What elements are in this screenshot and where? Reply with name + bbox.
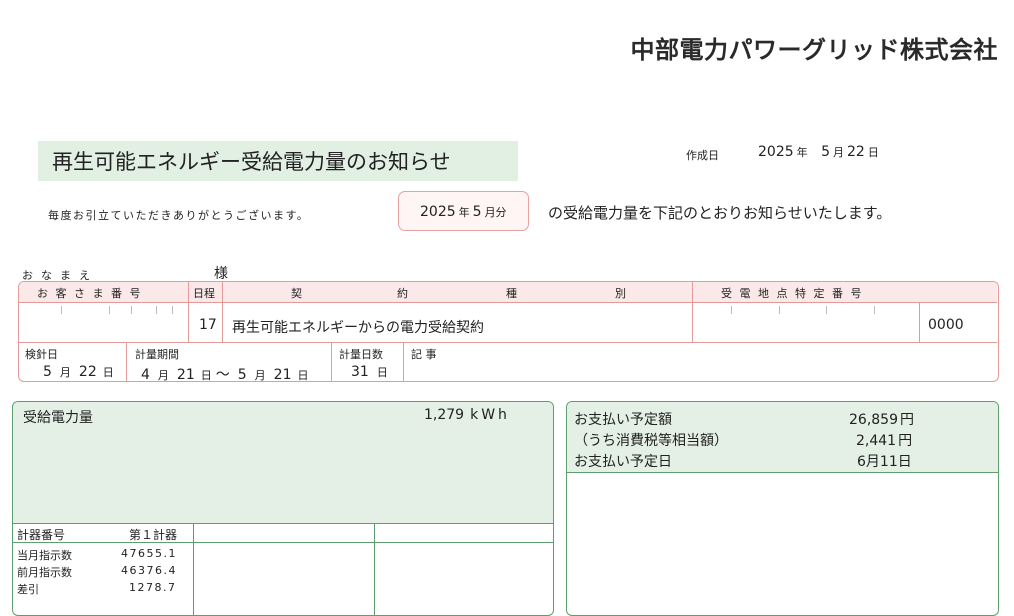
energy-value: 1,279 kWh (424, 407, 510, 423)
energy-label: 受給電力量 (23, 410, 93, 426)
divider (222, 282, 223, 342)
divider (331, 342, 332, 382)
divider (13, 523, 553, 524)
notes-label: 記 事 (411, 348, 437, 361)
created-date: 2025 年 5 月 22 日 (758, 144, 879, 160)
meter-name: 第１計器 (129, 528, 178, 542)
reading-row-value: 1278.7 (129, 581, 177, 594)
divider (19, 302, 997, 303)
digit-separator (156, 306, 157, 314)
divider (692, 282, 693, 342)
header-schedule: 日程 (193, 287, 215, 300)
contract-table: お 客 さ ま 番 号 日程 契 約 種 別 受 電 地 点 特 定 番 号 1… (18, 281, 999, 383)
billing-month: 2025 年 5 月分 (420, 204, 507, 220)
reading-row-label: 差引 (17, 583, 39, 596)
divider (19, 342, 997, 343)
document-title: 再生可能エネルギー受給電力量のお知らせ (52, 150, 451, 174)
header-point-id: 受 電 地 点 特 定 番 号 (721, 287, 864, 300)
tax-amount: 2,441 円 (856, 433, 913, 449)
divider (919, 302, 920, 342)
point-id-tail: 0000 (928, 317, 964, 333)
digit-separator (131, 306, 132, 314)
digit-separator (874, 306, 875, 314)
reading-row-label: 当月指示数 (17, 549, 72, 562)
digit-separator (779, 306, 780, 314)
contract-type-value: 再生可能エネルギーからの電力受給契約 (232, 320, 484, 336)
metering-period: 4 月 21 日～ 5 月 21 日 (141, 367, 309, 383)
reading-date: 5 月 22 日 (43, 364, 114, 380)
meter-no-label: 計器番号 (17, 528, 66, 542)
period-label: 計量期間 (135, 348, 179, 361)
company-name: 中部電力パワーグリッド株式会社 (630, 36, 998, 64)
metering-days: 31 日 (351, 364, 388, 380)
payment-panel: お支払い予定額 26,859 円 （うち消費税等相当額） 2,441 円 お支払い予… (566, 401, 999, 616)
tax-label: （うち消費税等相当額） (574, 433, 728, 449)
divider (126, 342, 127, 382)
honorific: 様 (214, 266, 228, 282)
payment-date: 6月11日 (857, 454, 912, 470)
greeting-text: 毎度お引立ていただきありがとうございます。 (48, 209, 310, 222)
header-customer-no: お 客 さ ま 番 号 (37, 287, 143, 300)
energy-panel: 受給電力量 1,279 kWh 計器番号 第１計器 当月指示数 47655.1 前… (12, 401, 554, 616)
divider (188, 282, 189, 342)
divider (193, 523, 194, 615)
payment-amount-label: お支払い予定額 (574, 412, 672, 428)
header-contract-1: 契 (291, 287, 302, 300)
digit-separator (826, 306, 827, 314)
payment-date-label: お支払い予定日 (574, 454, 672, 470)
reading-date-label: 検針日 (25, 348, 58, 361)
reading-row-label: 前月指示数 (17, 566, 72, 579)
divider (13, 542, 553, 543)
reading-row-value: 46376.4 (121, 564, 177, 577)
digit-separator (731, 306, 732, 314)
reading-row-value: 47655.1 (121, 547, 177, 560)
header-contract-3: 種 (506, 287, 517, 300)
digit-separator (109, 306, 110, 314)
divider (403, 342, 404, 382)
header-contract-2: 約 (397, 287, 408, 300)
header-contract-4: 別 (615, 287, 626, 300)
notice-text: の受給電力量を下記のとおりお知らせいたします。 (548, 204, 892, 222)
schedule-value: 17 (199, 317, 217, 333)
days-label: 計量日数 (339, 348, 383, 361)
digit-separator (61, 306, 62, 314)
digit-separator (172, 306, 173, 314)
payment-amount: 26,859 円 (849, 412, 914, 428)
created-date-label: 作成日 (686, 149, 719, 162)
divider (374, 523, 375, 615)
